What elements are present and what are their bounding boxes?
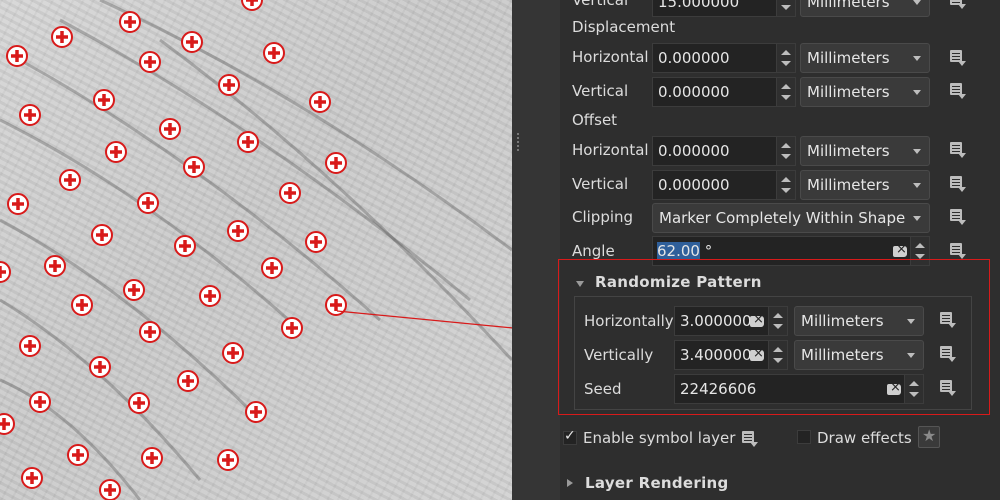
data-defined-override-icon[interactable] bbox=[948, 0, 968, 10]
data-defined-override-icon[interactable] bbox=[938, 345, 958, 363]
data-defined-override-icon[interactable] bbox=[948, 208, 968, 226]
star-icon: ★ bbox=[922, 426, 937, 445]
vertical-top-label: Vertical bbox=[572, 0, 629, 9]
chevron-down-icon bbox=[913, 183, 921, 188]
displacement-vertical-unit-select[interactable]: Millimeters bbox=[800, 77, 930, 107]
randomize-seed-input[interactable]: 22426606 bbox=[674, 374, 924, 404]
data-defined-override-icon[interactable] bbox=[948, 242, 968, 260]
angle-label: Angle bbox=[572, 242, 615, 260]
vertical-top-input[interactable]: 15.000000 bbox=[652, 0, 796, 17]
clear-icon[interactable] bbox=[750, 346, 764, 361]
displacement-vertical-label: Vertical bbox=[572, 82, 629, 100]
randomize-vertically-label: Vertically bbox=[584, 346, 654, 364]
spin-arrows[interactable] bbox=[904, 375, 923, 403]
panel-splitter[interactable] bbox=[512, 0, 560, 500]
spin-arrows[interactable] bbox=[768, 341, 787, 369]
chevron-down-icon bbox=[913, 216, 921, 221]
offset-horizontal-unit-select[interactable]: Millimeters bbox=[800, 136, 930, 166]
data-defined-override-icon[interactable] bbox=[938, 311, 958, 329]
angle-value-selected: 62.00 bbox=[657, 242, 700, 260]
offset-heading: Offset bbox=[572, 111, 618, 129]
spin-arrows[interactable] bbox=[776, 78, 795, 106]
chevron-down-icon bbox=[907, 319, 915, 324]
draw-effects-label[interactable]: Draw effects bbox=[817, 429, 912, 447]
displacement-horizontal-unit-select[interactable]: Millimeters bbox=[800, 43, 930, 73]
offset-vertical-input[interactable]: 0.000000 bbox=[652, 170, 796, 200]
chevron-down-icon bbox=[913, 149, 921, 154]
data-defined-override-icon[interactable] bbox=[740, 430, 760, 448]
chevron-down-icon bbox=[913, 90, 921, 95]
data-defined-override-icon[interactable] bbox=[948, 141, 968, 159]
data-defined-override-icon[interactable] bbox=[948, 175, 968, 193]
displacement-horizontal-label: Horizontal bbox=[572, 48, 649, 66]
displacement-vertical-input[interactable]: 0.000000 bbox=[652, 77, 796, 107]
layer-rendering-heading[interactable]: Layer Rendering bbox=[585, 474, 729, 492]
randomize-horizontally-label: Horizontally bbox=[584, 312, 674, 330]
data-defined-override-icon[interactable] bbox=[948, 82, 968, 100]
displacement-horizontal-input[interactable]: 0.000000 bbox=[652, 43, 796, 73]
enable-symbol-layer-label[interactable]: Enable symbol layer bbox=[583, 429, 735, 447]
clipping-label: Clipping bbox=[572, 208, 634, 226]
offset-vertical-label: Vertical bbox=[572, 175, 629, 193]
spin-arrows[interactable] bbox=[776, 44, 795, 72]
angle-degree-suffix: ° bbox=[704, 242, 713, 260]
spin-arrows[interactable] bbox=[768, 307, 787, 335]
randomize-pattern-heading[interactable]: Randomize Pattern bbox=[595, 273, 762, 291]
randomize-horizontally-input[interactable]: 3.000000 bbox=[674, 306, 788, 336]
expand-triangle-icon[interactable] bbox=[567, 479, 573, 487]
clear-icon[interactable] bbox=[750, 312, 764, 327]
effects-star-button[interactable]: ★ bbox=[918, 426, 940, 448]
randomize-vertically-unit-select[interactable]: Millimeters bbox=[794, 340, 924, 370]
draw-effects-checkbox[interactable] bbox=[797, 430, 811, 444]
offset-horizontal-label: Horizontal bbox=[572, 141, 649, 159]
clear-icon[interactable] bbox=[893, 242, 907, 257]
clear-icon[interactable] bbox=[887, 380, 901, 395]
vertical-top-unit-select[interactable]: Millimeters bbox=[800, 0, 930, 17]
offset-horizontal-input[interactable]: 0.000000 bbox=[652, 136, 796, 166]
splitter-grip[interactable] bbox=[517, 133, 519, 151]
collapse-triangle-icon[interactable] bbox=[576, 281, 584, 287]
randomize-seed-label: Seed bbox=[584, 380, 622, 398]
chevron-down-icon bbox=[913, 56, 921, 61]
randomize-vertically-input[interactable]: 3.400000 bbox=[674, 340, 788, 370]
offset-vertical-unit-select[interactable]: Millimeters bbox=[800, 170, 930, 200]
clipping-select[interactable]: Marker Completely Within Shape bbox=[652, 203, 930, 233]
randomize-horizontally-unit-select[interactable]: Millimeters bbox=[794, 306, 924, 336]
spin-arrows[interactable] bbox=[776, 0, 795, 16]
spin-arrows[interactable] bbox=[776, 171, 795, 199]
displacement-heading: Displacement bbox=[572, 18, 676, 36]
spin-arrows[interactable] bbox=[776, 137, 795, 165]
chevron-down-icon bbox=[913, 0, 921, 5]
data-defined-override-icon[interactable] bbox=[948, 49, 968, 67]
chevron-down-icon bbox=[907, 353, 915, 358]
enable-symbol-layer-checkbox[interactable] bbox=[563, 428, 577, 445]
data-defined-override-icon[interactable] bbox=[938, 379, 958, 397]
